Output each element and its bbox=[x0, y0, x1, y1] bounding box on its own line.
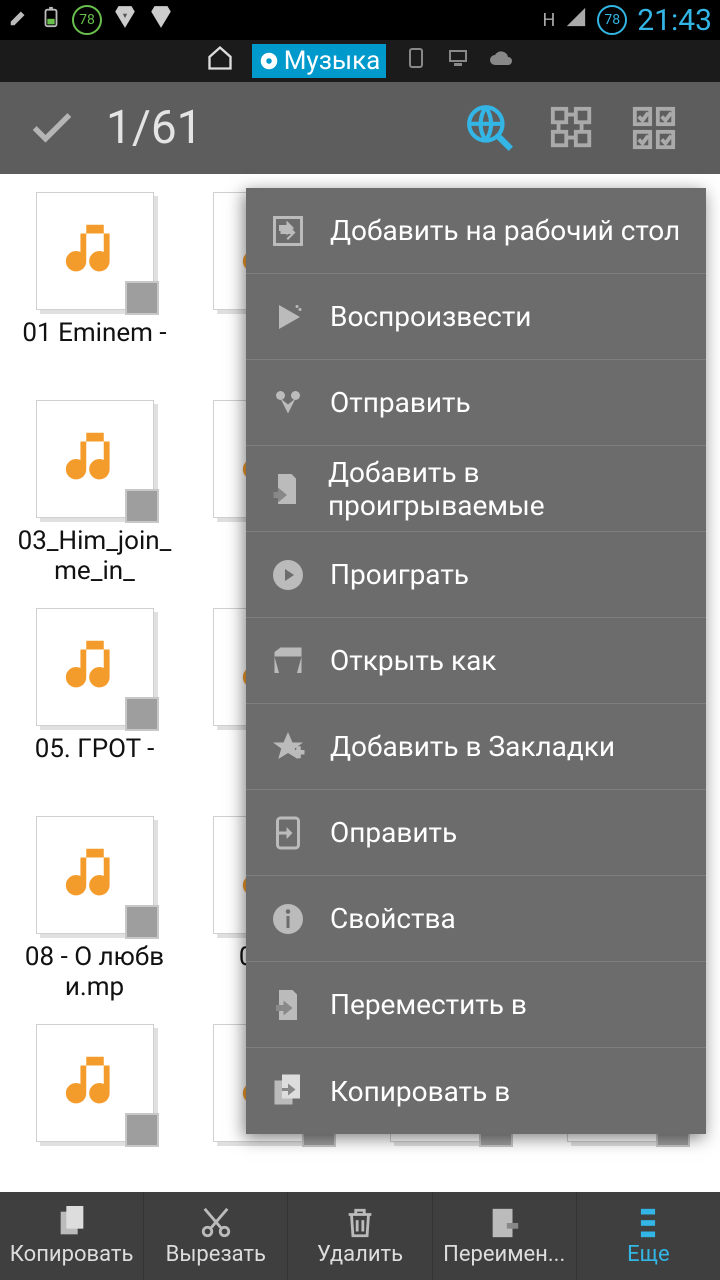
search-web-button[interactable] bbox=[454, 92, 526, 164]
context-menu-item[interactable]: Переместить в bbox=[246, 962, 706, 1048]
context-menu-item[interactable]: Добавить в проигрываемые bbox=[246, 446, 706, 532]
bottom-action-bar: Копировать Вырезать Удалить Переимен... … bbox=[0, 1192, 720, 1280]
clock: 21:43 bbox=[637, 3, 712, 38]
file-label: 03_Him_join_me_in_ bbox=[15, 526, 175, 586]
menu-item-icon bbox=[268, 383, 308, 423]
menu-item-label: Добавить в Закладки bbox=[330, 730, 615, 763]
menu-item-label: Добавить на рабочий стол bbox=[330, 214, 680, 247]
status-right: H 78 21:43 bbox=[542, 3, 712, 38]
menu-item-label: Воспроизвести bbox=[330, 300, 531, 333]
action-more-label: Еще bbox=[627, 1242, 670, 1267]
music-file-icon bbox=[36, 608, 154, 726]
menu-item-icon bbox=[268, 899, 308, 939]
file-type-badge-icon bbox=[125, 1113, 159, 1147]
menu-item-label: Свойства bbox=[330, 902, 456, 935]
menu-item-icon bbox=[268, 469, 306, 509]
location-tabs: Музыка bbox=[0, 40, 720, 82]
action-delete-label: Удалить bbox=[317, 1242, 403, 1267]
battery-icon bbox=[40, 6, 62, 34]
context-menu-item[interactable]: Отправить bbox=[246, 360, 706, 446]
context-menu-item[interactable]: Добавить на рабочий стол bbox=[246, 188, 706, 274]
file-type-badge-icon bbox=[125, 697, 159, 731]
action-cut-label: Вырезать bbox=[166, 1242, 266, 1267]
menu-item-icon bbox=[268, 1071, 308, 1111]
tag2-icon bbox=[148, 4, 174, 36]
file-item[interactable]: 01 Eminem - bbox=[8, 192, 181, 392]
menu-item-label: Переместить в bbox=[330, 988, 527, 1021]
action-rename[interactable]: Переимен... bbox=[433, 1192, 577, 1280]
progress-badge-icon: 78 bbox=[72, 5, 102, 35]
select-all-button[interactable] bbox=[618, 92, 690, 164]
menu-item-label: Открыть как bbox=[330, 644, 496, 677]
menu-item-label: Оправить bbox=[330, 816, 457, 849]
tab-music[interactable]: Музыка bbox=[252, 44, 387, 78]
file-item[interactable]: 08 - О любви.mp bbox=[8, 816, 181, 1016]
file-label: 01 Eminem - bbox=[22, 318, 166, 348]
action-cut[interactable]: Вырезать bbox=[144, 1192, 288, 1280]
action-copy-label: Копировать bbox=[10, 1242, 134, 1267]
menu-item-icon bbox=[268, 641, 308, 681]
pencil-icon bbox=[8, 6, 30, 34]
context-menu-item[interactable]: Открыть как bbox=[246, 618, 706, 704]
action-more[interactable]: Еще bbox=[577, 1192, 720, 1280]
menu-item-icon bbox=[268, 297, 308, 337]
menu-item-icon bbox=[268, 813, 308, 853]
menu-item-icon bbox=[268, 211, 308, 251]
file-item[interactable]: 03_Him_join_me_in_ bbox=[8, 400, 181, 600]
context-menu-item[interactable]: Копировать в bbox=[246, 1048, 706, 1134]
menu-item-icon bbox=[268, 985, 308, 1025]
menu-item-label: Отправить bbox=[330, 386, 471, 419]
tag-icon bbox=[112, 4, 138, 36]
menu-item-icon bbox=[268, 727, 308, 767]
music-file-icon bbox=[36, 816, 154, 934]
music-file-icon bbox=[36, 192, 154, 310]
tab-home[interactable] bbox=[206, 44, 234, 79]
view-tree-button[interactable] bbox=[536, 92, 608, 164]
menu-item-label: Проиграть bbox=[330, 558, 469, 591]
action-rename-label: Переимен... bbox=[443, 1242, 565, 1267]
tab-cloud[interactable] bbox=[488, 46, 514, 76]
menu-item-icon bbox=[268, 555, 308, 595]
tab-computer[interactable] bbox=[446, 46, 470, 77]
context-menu-item[interactable]: Добавить в Закладки bbox=[246, 704, 706, 790]
network-h-icon: H bbox=[542, 10, 555, 31]
file-item[interactable] bbox=[8, 1024, 181, 1192]
status-left: 78 bbox=[8, 4, 174, 36]
context-menu-item[interactable]: Проиграть bbox=[246, 532, 706, 618]
selection-toolbar: 1/61 bbox=[0, 82, 720, 174]
file-label: 08 - О любви.mp bbox=[15, 942, 175, 1002]
menu-item-label: Копировать в bbox=[330, 1075, 510, 1108]
selection-count: 1/61 bbox=[106, 101, 444, 155]
music-file-icon bbox=[36, 400, 154, 518]
menu-item-label: Добавить в проигрываемые bbox=[328, 456, 684, 522]
context-menu-item[interactable]: Оправить bbox=[246, 790, 706, 876]
context-menu-item[interactable]: Свойства bbox=[246, 876, 706, 962]
action-copy[interactable]: Копировать bbox=[0, 1192, 144, 1280]
file-type-badge-icon bbox=[125, 489, 159, 523]
confirm-button[interactable] bbox=[18, 94, 86, 162]
context-menu-item[interactable]: Воспроизвести bbox=[246, 274, 706, 360]
tab-music-label: Музыка bbox=[284, 46, 381, 76]
battery-circle-icon: 78 bbox=[597, 5, 627, 35]
file-type-badge-icon bbox=[125, 281, 159, 315]
file-label: 05. ГРОТ - bbox=[35, 734, 155, 764]
music-file-icon bbox=[36, 1024, 154, 1142]
file-type-badge-icon bbox=[125, 905, 159, 939]
action-delete[interactable]: Удалить bbox=[288, 1192, 432, 1280]
signal-icon bbox=[565, 6, 587, 34]
context-menu: Добавить на рабочий стол Воспроизвести Отп… bbox=[246, 188, 706, 1134]
tab-phone[interactable] bbox=[404, 46, 428, 77]
status-bar: 78 H 78 21:43 bbox=[0, 0, 720, 40]
file-item[interactable]: 05. ГРОТ - bbox=[8, 608, 181, 808]
